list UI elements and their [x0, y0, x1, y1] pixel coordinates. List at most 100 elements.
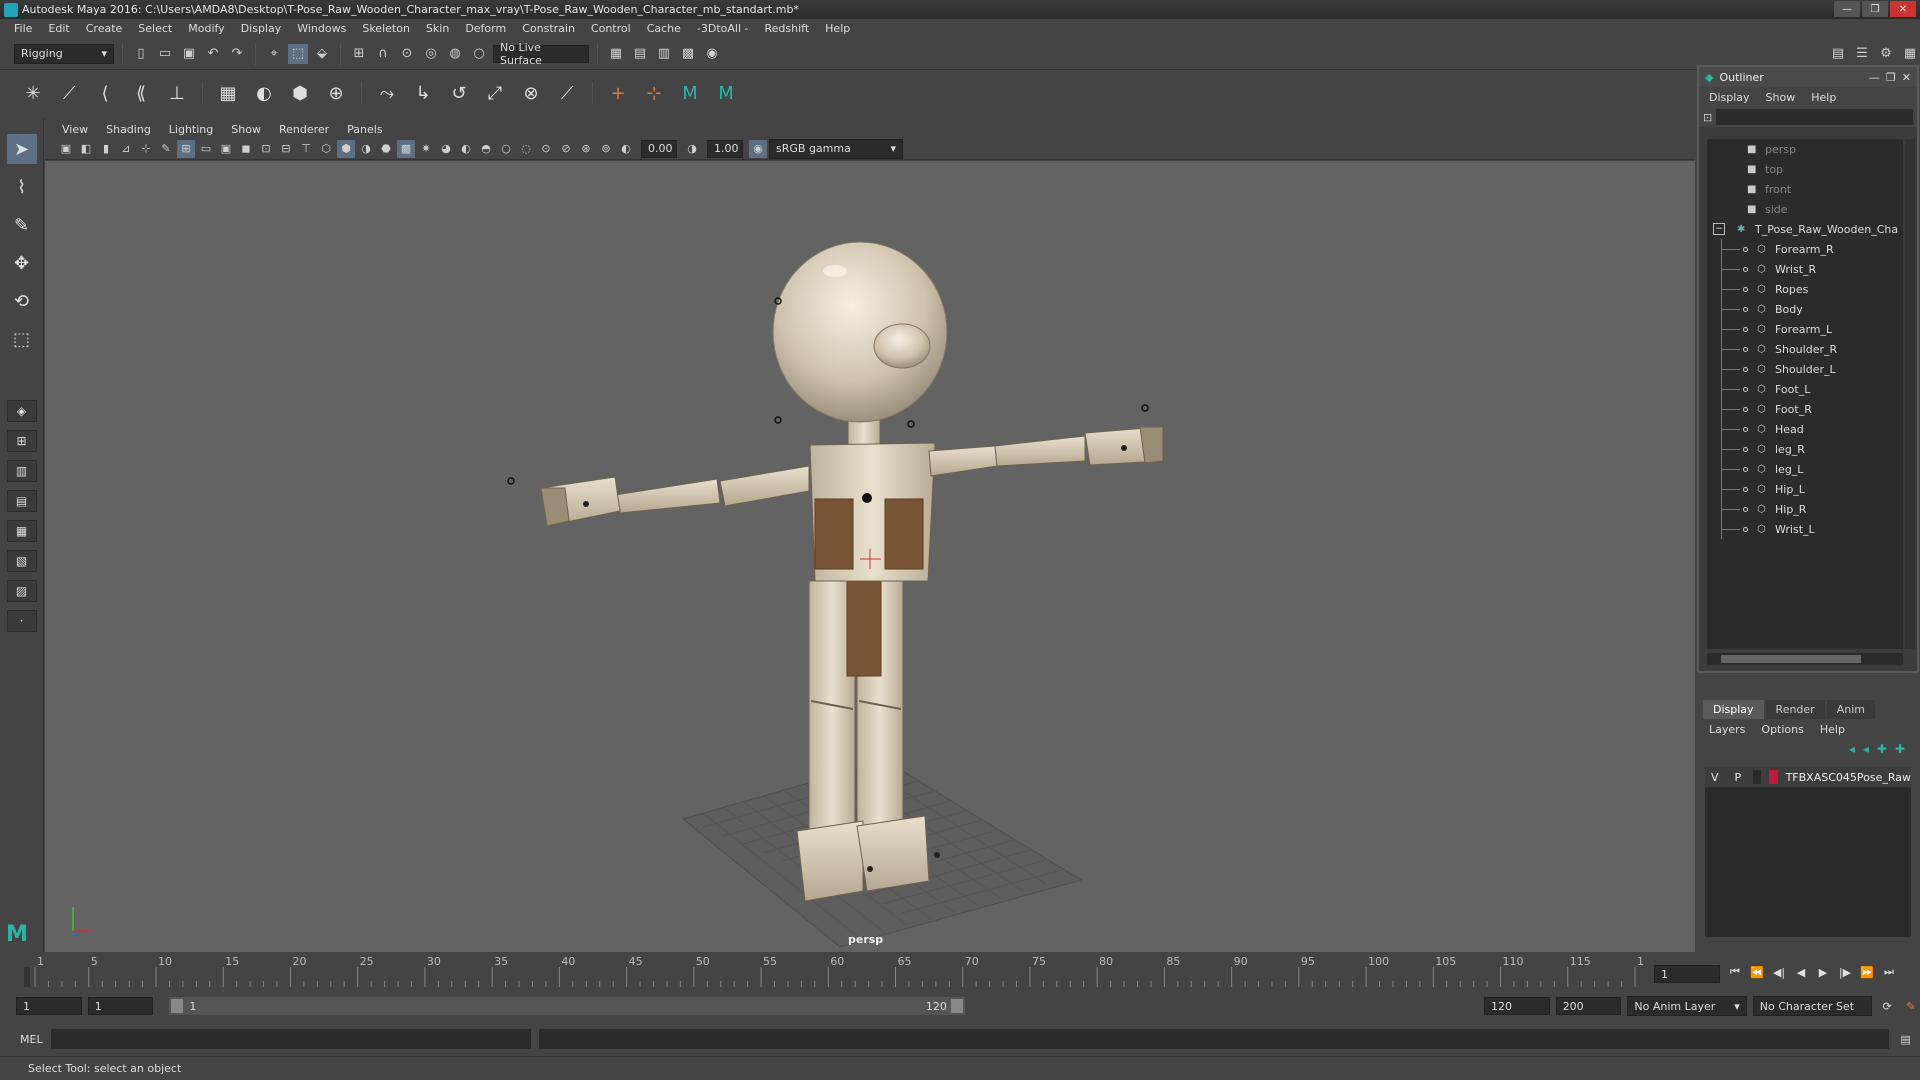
snap-view-icon[interactable]: ◎ [421, 44, 441, 64]
command-input[interactable] [50, 1029, 531, 1049]
insert-joint-icon[interactable]: ⟪ [126, 78, 156, 108]
scale-tool-icon[interactable]: ⬚ [7, 324, 37, 354]
save-scene-icon[interactable]: ▣ [179, 44, 199, 64]
outliner-persp-icon[interactable]: ▨ [6, 580, 37, 602]
point-constraint-icon[interactable]: ↳ [408, 78, 438, 108]
outliner-item-leg-l[interactable]: ⬡ leg_L [1707, 459, 1903, 479]
scene-canvas[interactable] [45, 161, 1695, 952]
tab-display-layers[interactable]: Display [1703, 700, 1764, 719]
maya-tool-alt-icon[interactable]: M [711, 78, 741, 108]
step-forward-key-icon[interactable]: |▶ [1836, 963, 1854, 981]
move-tool-icon[interactable]: ✥ [7, 248, 37, 278]
two-view-icon[interactable]: ▥ [6, 460, 37, 482]
close-button[interactable]: ✕ [1890, 1, 1916, 17]
image-plane-icon[interactable]: ⊿ [117, 140, 135, 158]
more-layouts-icon[interactable]: · [6, 610, 37, 632]
ipr-render-icon[interactable]: ▥ [654, 44, 674, 64]
single-view-icon[interactable]: ◈ [6, 400, 37, 422]
outliner-minimize-button[interactable]: — [1869, 71, 1880, 84]
outliner-maximize-button[interactable]: ❐ [1886, 71, 1896, 84]
bookmark-icon[interactable]: ▮ [97, 140, 115, 158]
animation-end-field[interactable]: 200 [1555, 997, 1622, 1015]
paint-weights-icon[interactable]: ◐ [249, 78, 279, 108]
xray-joints-icon[interactable]: ⊛ [577, 140, 595, 158]
screen-space-ao-icon[interactable]: ◐ [457, 140, 475, 158]
snap-grid-icon[interactable]: ⊞ [349, 44, 369, 64]
range-handle-end[interactable] [950, 999, 963, 1013]
panel-menu-show[interactable]: Show [222, 123, 270, 136]
new-layer-selected-icon[interactable]: ✚ [1895, 742, 1905, 756]
new-scene-icon[interactable]: ▯ [131, 44, 151, 64]
paint-select-icon[interactable]: ✎ [7, 210, 37, 240]
render-settings-icon[interactable]: ▩ [678, 44, 698, 64]
orient-constraint-icon[interactable]: ↺ [444, 78, 474, 108]
render-view-icon[interactable]: ▦ [606, 44, 626, 64]
outliner-item-persp[interactable]: ■ persp [1707, 139, 1903, 159]
custom-tool-pin-icon[interactable]: ⊹ [639, 78, 669, 108]
script-editor-icon[interactable]: ▤ [1897, 1030, 1915, 1048]
safe-action-icon[interactable]: ⊟ [277, 140, 295, 158]
outliner-item-front[interactable]: ■ front [1707, 179, 1903, 199]
gamma-field[interactable]: 1.00 [707, 139, 743, 158]
current-frame-field[interactable]: 1 [1654, 965, 1720, 983]
camera-attributes-icon[interactable]: ◧ [77, 140, 95, 158]
lattice-icon[interactable]: ⬢ [285, 78, 315, 108]
outliner-item-hip-l[interactable]: ⬡ Hip_L [1707, 479, 1903, 499]
outliner-menu-help[interactable]: Help [1811, 91, 1836, 104]
outliner-search-input[interactable] [1716, 109, 1913, 125]
bind-skin-icon[interactable]: ▦ [213, 78, 243, 108]
panel-menu-lighting[interactable]: Lighting [160, 123, 222, 136]
wireframe-on-shaded-icon[interactable]: ⬣ [377, 140, 395, 158]
menu-edit[interactable]: Edit [40, 22, 77, 35]
pole-vector-icon[interactable]: ⟋ [552, 78, 582, 108]
menu-select[interactable]: Select [130, 22, 180, 35]
menu-control[interactable]: Control [583, 22, 639, 35]
persp-outliner-icon[interactable]: ▤ [6, 490, 37, 512]
textured-icon[interactable]: ▩ [397, 139, 415, 158]
layer-type-toggle[interactable] [1753, 770, 1762, 784]
minimize-button[interactable]: — [1834, 1, 1860, 17]
render-frame-icon[interactable]: ▤ [630, 44, 650, 64]
menu-deform[interactable]: Deform [457, 22, 514, 35]
grease-pencil-icon[interactable]: ✎ [157, 140, 175, 158]
xray-icon[interactable]: ⊘ [557, 140, 575, 158]
snap-point-icon[interactable]: ⊙ [397, 44, 417, 64]
outliner-item-leg-r[interactable]: ⬡ leg_R [1707, 439, 1903, 459]
select-component-icon[interactable]: ⬙ [312, 44, 332, 64]
menu-skin[interactable]: Skin [418, 22, 457, 35]
character-set-dropdown[interactable]: No Character Set [1752, 996, 1873, 1016]
modeling-toolkit-icon[interactable]: ▤ [1828, 44, 1848, 64]
snap-curve-icon[interactable]: ∩ [373, 44, 393, 64]
new-layer-icon[interactable]: ✚ [1877, 742, 1887, 756]
step-forward-icon[interactable]: ⏩ [1858, 963, 1876, 981]
outliner-horizontal-scrollbar[interactable] [1707, 653, 1903, 665]
resolution-gate-icon[interactable]: ▣ [217, 140, 235, 158]
maya-tool-icon[interactable]: M [675, 78, 705, 108]
layer-menu-layers[interactable]: Layers [1709, 723, 1745, 736]
safe-title-icon[interactable]: ⊤ [297, 140, 315, 158]
move-layer-up-icon[interactable]: ◂ [1849, 742, 1855, 756]
panel-menu-renderer[interactable]: Renderer [270, 123, 338, 136]
step-back-key-icon[interactable]: ◀| [1770, 963, 1788, 981]
menu-help[interactable]: Help [817, 22, 858, 35]
perspective-viewport[interactable]: persp [45, 161, 1695, 952]
playback-start-field[interactable]: 1 [87, 997, 154, 1015]
menu-file[interactable]: File [6, 22, 40, 35]
move-layer-down-icon[interactable]: ◂ [1863, 742, 1869, 756]
scrollbar-thumb[interactable] [1721, 655, 1861, 663]
custom-tool-plus-icon[interactable]: + [603, 78, 633, 108]
aim-constraint-icon[interactable]: ⊗ [516, 78, 546, 108]
2d-pan-icon[interactable]: ⊹ [137, 140, 155, 158]
auto-key-icon[interactable]: ⟳ [1878, 997, 1896, 1015]
outliner-item-foot-r[interactable]: ⬡ Foot_R [1707, 399, 1903, 419]
default-material-icon[interactable]: ◑ [357, 140, 375, 158]
outliner-item-top[interactable]: ■ top [1707, 159, 1903, 179]
outliner-item-head[interactable]: ⬡ Head [1707, 419, 1903, 439]
panel-menu-panels[interactable]: Panels [338, 123, 391, 136]
command-language-label[interactable]: MEL [20, 1033, 43, 1046]
exposure-field[interactable]: 0.00 [641, 139, 677, 158]
persp-hypershade-icon[interactable]: ▧ [6, 550, 37, 572]
collapse-icon[interactable]: − [1713, 223, 1725, 235]
joint-tool-icon[interactable]: ✳ [18, 78, 48, 108]
tool-settings-icon[interactable]: ⚙ [1876, 44, 1896, 64]
